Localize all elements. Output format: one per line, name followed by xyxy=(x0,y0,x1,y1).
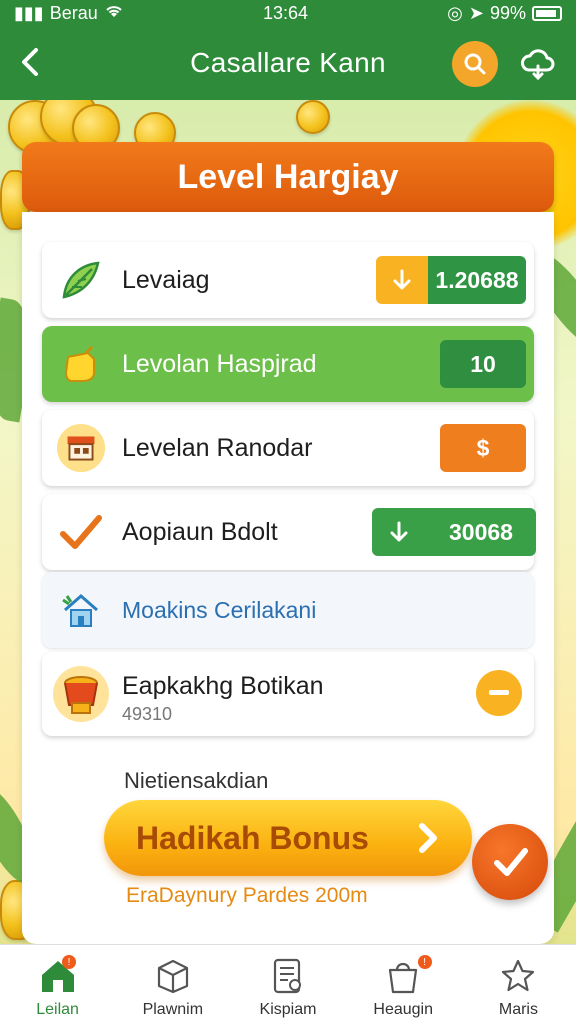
cloud-icon xyxy=(521,49,555,81)
cup-icon xyxy=(52,665,110,723)
nav-item-document[interactable]: Kispiam xyxy=(230,945,345,1024)
shop-icon xyxy=(56,423,106,473)
bonus-label: Hadikah Bonus xyxy=(136,819,369,856)
wifi-icon xyxy=(104,3,124,24)
bonus-button[interactable]: Hadikah Bonus xyxy=(104,800,472,876)
battery-icon xyxy=(532,5,562,21)
chevron-left-icon xyxy=(22,48,38,76)
arrow-down-icon xyxy=(376,256,428,304)
nav-badge: ! xyxy=(417,955,432,969)
list-item-sublabel: 49310 xyxy=(122,704,173,724)
minus-icon xyxy=(489,690,509,695)
nav-item-box[interactable]: Plawnim xyxy=(115,945,230,1024)
nav-item-home[interactable]: ! Leilan xyxy=(0,945,115,1024)
nav-label: Leilan xyxy=(36,1001,79,1018)
value-badge: 1.20688 xyxy=(376,256,526,304)
leaf-icon xyxy=(56,255,106,305)
search-button[interactable] xyxy=(452,41,498,87)
list-item-label: Levaiag xyxy=(122,265,210,294)
list-item[interactable]: Levelan Ranodar $ xyxy=(42,410,534,486)
clock: 13:64 xyxy=(262,2,308,23)
battery-percent: 99% xyxy=(489,2,526,23)
nav-label: Heaugin xyxy=(373,1001,434,1018)
note-text: Nietiensakdian xyxy=(124,768,269,793)
nav-label: Kispiam xyxy=(259,1001,317,1018)
nav-label: Plawnim xyxy=(142,1001,204,1018)
arrow-down-icon xyxy=(372,521,426,543)
app-header: Casallare Kann xyxy=(0,26,576,100)
signal-icon: ▮▮▮ xyxy=(14,2,44,23)
check-icon xyxy=(56,507,106,557)
value-badge: 10 xyxy=(440,340,526,388)
check-icon xyxy=(494,848,528,876)
list-item[interactable]: Moakins Cerilakani xyxy=(42,572,534,648)
value-badge: 30068 xyxy=(372,508,536,556)
document-icon xyxy=(268,957,308,995)
chevron-right-icon xyxy=(419,823,437,853)
status-bar: ▮▮▮ Berau 13:64 ◎ ➤ 99% xyxy=(0,0,576,26)
list-item[interactable]: Levaiag 1.20688 xyxy=(42,242,534,318)
list-item[interactable]: Aopiaun Bdolt 30068 xyxy=(42,494,536,570)
list-item-label: Levelan Ranodar xyxy=(122,433,313,462)
nav-item-star[interactable]: Maris xyxy=(461,945,576,1024)
back-button[interactable] xyxy=(14,44,50,80)
list-item-label: Aopiaun Bdolt xyxy=(122,517,278,546)
page-title: Casallare Kann xyxy=(190,47,386,78)
nav-label: Maris xyxy=(498,1001,538,1018)
list-item-label: Moakins Cerilakani xyxy=(122,596,317,623)
nav-item-bag[interactable]: ! Heaugin xyxy=(346,945,461,1024)
hand-icon xyxy=(56,339,106,389)
coin-decoration xyxy=(296,100,330,134)
footer-text: EraDaynury Pardes 200m xyxy=(126,884,368,907)
level-banner: Level Hargiay xyxy=(22,142,554,212)
value-text: 1.20688 xyxy=(428,256,526,304)
list-item[interactable]: Levolan Haspjrad 10 xyxy=(42,326,534,402)
confirm-button[interactable] xyxy=(472,824,548,900)
search-icon xyxy=(464,53,486,75)
value-text: $ xyxy=(476,434,490,461)
collapse-button[interactable] xyxy=(476,670,522,716)
value-badge: $ xyxy=(440,424,526,472)
lock-rotation-icon: ◎ xyxy=(447,2,463,23)
list-item-label: Levolan Haspjrad xyxy=(122,349,317,378)
list-item[interactable]: Eapkakhg Botikan 49310 xyxy=(42,652,534,736)
value-text: 10 xyxy=(470,350,496,377)
location-icon: ➤ xyxy=(468,2,484,23)
list-item-label: Eapkakhg Botikan xyxy=(122,672,324,700)
box-icon xyxy=(153,957,193,995)
cloud-button[interactable] xyxy=(518,44,558,84)
star-icon xyxy=(498,957,538,995)
nav-badge: ! xyxy=(62,955,76,969)
carrier-name: Berau xyxy=(49,2,98,23)
value-text: 30068 xyxy=(449,518,513,545)
banner-title: Level Hargiay xyxy=(177,157,399,196)
bottom-nav: ! Leilan Plawnim Kispiam ! Heaugin Maris xyxy=(0,944,576,1024)
house-icon xyxy=(56,585,106,635)
